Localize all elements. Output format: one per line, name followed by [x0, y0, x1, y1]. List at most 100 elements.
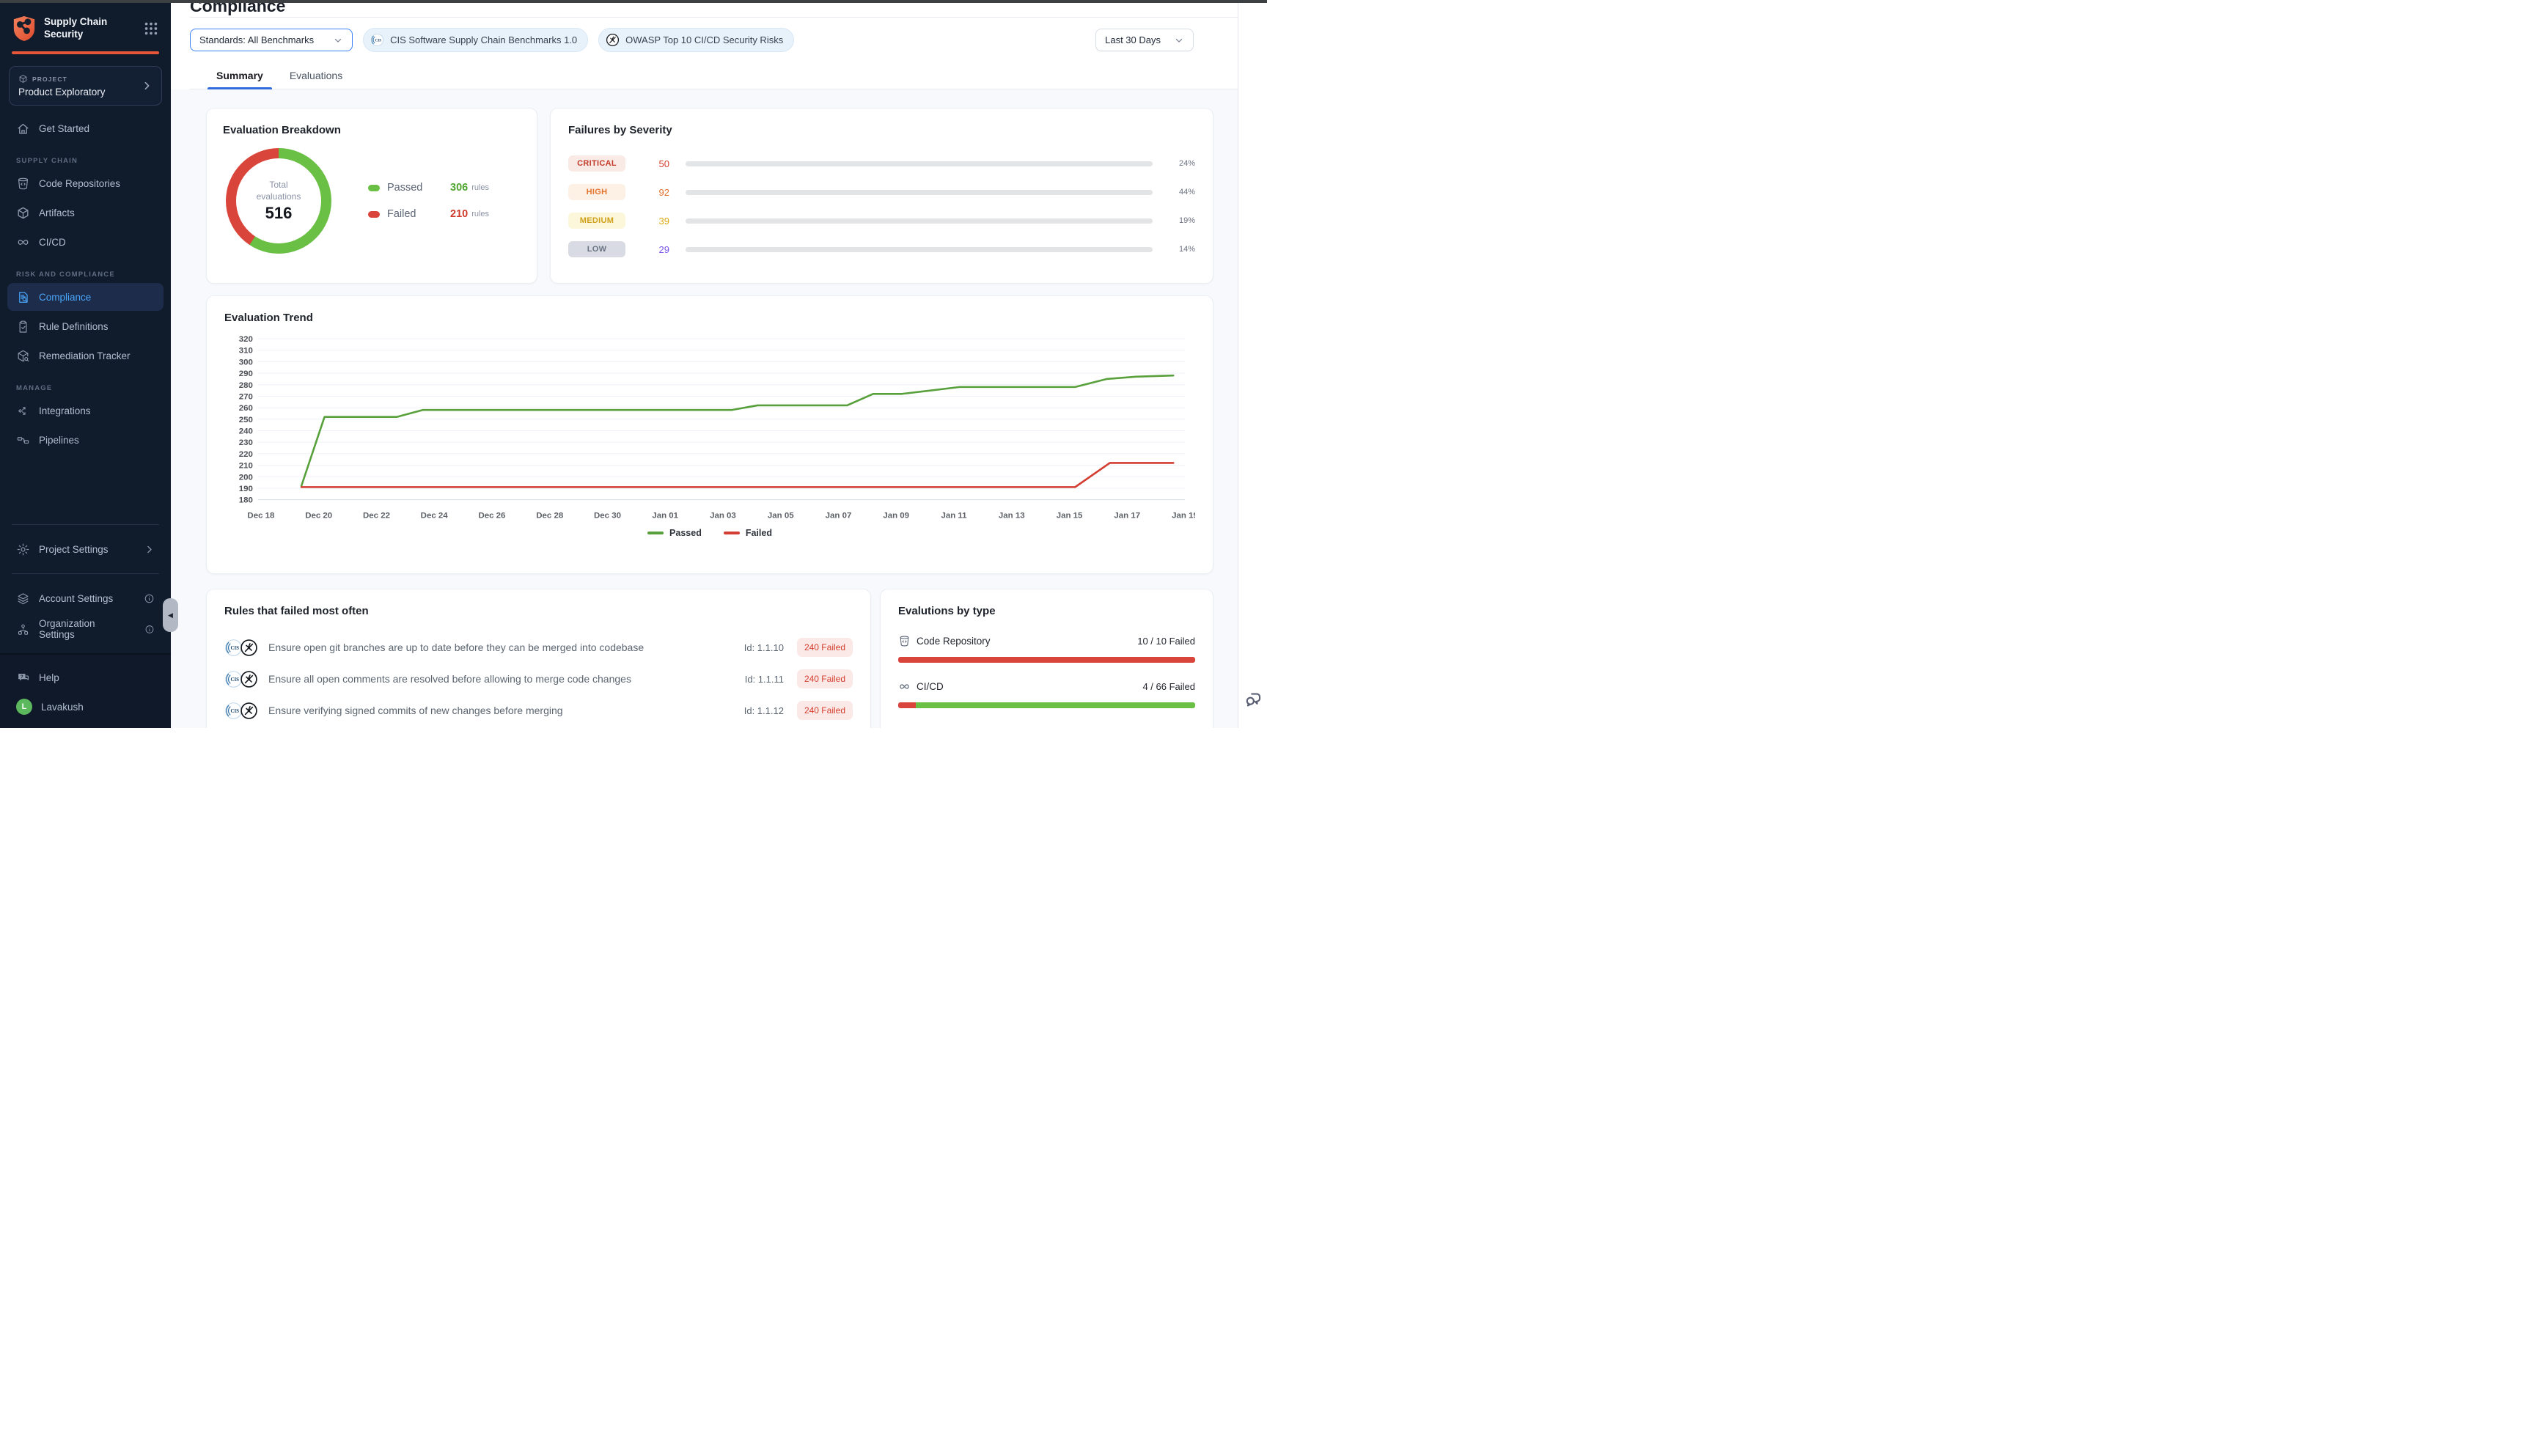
sidebar-item-user[interactable]: L Lavakush — [7, 693, 164, 721]
sidebar-item-get-started[interactable]: Get Started — [7, 114, 164, 142]
svg-text:CIS: CIS — [231, 709, 240, 714]
legend-label: Passed — [669, 528, 702, 538]
rule-failed-badge: 240 Failed — [797, 638, 853, 657]
svg-text:Dec 24: Dec 24 — [421, 512, 449, 521]
svg-text:190: 190 — [239, 485, 253, 493]
project-selector[interactable]: PROJECT Product Exploratory — [9, 66, 162, 106]
svg-text:230: 230 — [239, 438, 253, 447]
legend-unit: rules — [471, 210, 489, 218]
user-name: Lavakush — [41, 702, 84, 713]
project-cube-icon — [18, 74, 28, 84]
svg-text:CIS: CIS — [231, 646, 240, 651]
svg-text:Jan 05: Jan 05 — [768, 512, 794, 521]
sidebar-item-ci-cd[interactable]: CI/CD — [7, 228, 164, 256]
date-range-dropdown[interactable]: Last 30 Days — [1095, 29, 1194, 51]
page-title: Compliance — [190, 3, 1238, 16]
type-header: Code Repository10 / 10 Failed — [898, 635, 1195, 647]
rule-failed-badge: 240 Failed — [797, 669, 853, 688]
benchmark-chip[interactable]: OWASP Top 10 CI/CD Security Risks — [598, 28, 794, 52]
svg-text:Jan 11: Jan 11 — [941, 512, 967, 521]
sidebar-item-help[interactable]: ? Help — [7, 663, 164, 691]
sidebar-item-label: Organization Settings — [39, 618, 127, 640]
integrations-icon — [16, 404, 30, 418]
svg-text:310: 310 — [239, 347, 253, 356]
type-rows: Code Repository10 / 10 FailedCI/CD4 / 66… — [898, 635, 1195, 708]
sidebar-item-integrations[interactable]: Integrations — [7, 397, 164, 424]
severity-badge: LOW — [568, 241, 625, 257]
failures-by-severity-card: Failures by Severity CRITICAL5024%HIGH92… — [550, 108, 1213, 284]
svg-text:Jan 03: Jan 03 — [710, 512, 736, 521]
failed-rule-row[interactable]: CISEnsure all open comments are resolved… — [224, 666, 853, 691]
svg-text:300: 300 — [239, 358, 253, 367]
tab-summary[interactable]: Summary — [206, 64, 273, 89]
svg-text:210: 210 — [239, 462, 253, 471]
sidebar-item-organization-settings[interactable]: Organization Settings — [7, 615, 164, 643]
severity-badge: HIGH — [568, 184, 625, 200]
tab-bar: Summary Evaluations — [190, 64, 1238, 89]
svg-text:250: 250 — [239, 416, 253, 424]
chevron-right-icon — [141, 80, 153, 92]
filter-row: Standards: All Benchmarks CISCIS Softwar… — [190, 28, 1238, 52]
card-title: Evaluation Breakdown — [223, 124, 521, 136]
evaluation-type-group: Code Repository10 / 10 Failed — [898, 635, 1195, 663]
sidebar-item-code-repositories[interactable]: Code Repositories — [7, 169, 164, 197]
svg-text:Jan 17: Jan 17 — [1114, 512, 1140, 521]
legend-label: Failed — [746, 528, 772, 538]
failed-rule-row[interactable]: CISEnsure verifying signed commits of ne… — [224, 698, 853, 723]
severity-row-medium: MEDIUM3919% — [568, 211, 1195, 230]
benchmark-chips: CISCIS Software Supply Chain Benchmarks … — [363, 28, 794, 52]
severity-percent: 14% — [1166, 245, 1195, 254]
type-label: Code Repository — [917, 636, 991, 647]
divider — [12, 573, 159, 574]
failed-rule-row[interactable]: CISEnsure open git branches are up to da… — [224, 635, 853, 660]
sidebar-item-account-settings[interactable]: Account Settings — [7, 584, 164, 612]
card-title: Evaluation Trend — [224, 312, 1195, 324]
donut-legend: Passed306rulesFailed210rules — [368, 182, 489, 220]
sidebar-collapse-handle[interactable]: ◀ — [163, 598, 178, 632]
date-range-value: Last 30 Days — [1105, 34, 1161, 45]
sidebar-item-remediation-tracker[interactable]: Remediation Tracker — [7, 342, 164, 369]
info-icon[interactable] — [144, 624, 155, 635]
tab-evaluations[interactable]: Evaluations — [279, 64, 353, 89]
project-label: PROJECT — [32, 76, 67, 83]
legend-swatch — [647, 532, 664, 534]
sidebar-item-artifacts[interactable]: Artifacts — [7, 199, 164, 227]
pipelines-icon — [16, 433, 30, 447]
benchmark-chip[interactable]: CISCIS Software Supply Chain Benchmarks … — [363, 28, 588, 52]
sidebar-item-pipelines[interactable]: Pipelines — [7, 426, 164, 454]
feedback-chat-icon[interactable] — [1244, 689, 1263, 709]
standards-filter-value: Standards: All Benchmarks — [199, 34, 314, 45]
svg-text:?: ? — [21, 674, 23, 679]
evaluations-donut-chart: Totalevaluations 516 — [226, 148, 331, 254]
severity-bar-track — [686, 218, 1153, 224]
standards-filter-dropdown[interactable]: Standards: All Benchmarks — [190, 29, 353, 51]
sidebar-item-label: Compliance — [39, 292, 91, 303]
docsearch-icon — [16, 290, 30, 304]
severity-rows: CRITICAL5024%HIGH9244%MEDIUM3919%LOW2914… — [568, 154, 1195, 259]
sidebar-nav: Get StartedSUPPLY CHAINCode Repositories… — [0, 109, 171, 515]
legend-swatch — [368, 185, 380, 191]
svg-text:Dec 28: Dec 28 — [536, 512, 564, 521]
info-icon[interactable] — [144, 593, 155, 604]
svg-text:CIS: CIS — [375, 39, 382, 43]
donut-legend-item: Passed306rules — [368, 182, 489, 194]
sidebar-item-rule-definitions[interactable]: Rule Definitions — [7, 312, 164, 340]
chevron-down-icon — [1174, 35, 1184, 45]
svg-text:Jan 09: Jan 09 — [883, 512, 909, 521]
sidebar-item-compliance[interactable]: Compliance — [7, 283, 164, 311]
svg-text:240: 240 — [239, 427, 253, 435]
type-label: CI/CD — [917, 681, 944, 692]
infinity-icon — [16, 235, 30, 249]
severity-badge: MEDIUM — [568, 213, 625, 229]
svg-text:Dec 30: Dec 30 — [594, 512, 621, 521]
sidebar-item-label: Project Settings — [39, 544, 109, 555]
page-title-clipped: Compliance — [190, 3, 1238, 18]
severity-count: 92 — [636, 187, 669, 198]
card-title: Failures by Severity — [568, 124, 1195, 136]
sidebar-item-project-settings[interactable]: Project Settings — [7, 535, 164, 563]
cube-icon — [16, 206, 30, 220]
card-title: Rules that failed most often — [224, 605, 853, 617]
svg-text:290: 290 — [239, 369, 253, 378]
app-switcher-grid-icon[interactable] — [143, 21, 159, 37]
rule-id: Id: 1.1.10 — [744, 642, 784, 653]
